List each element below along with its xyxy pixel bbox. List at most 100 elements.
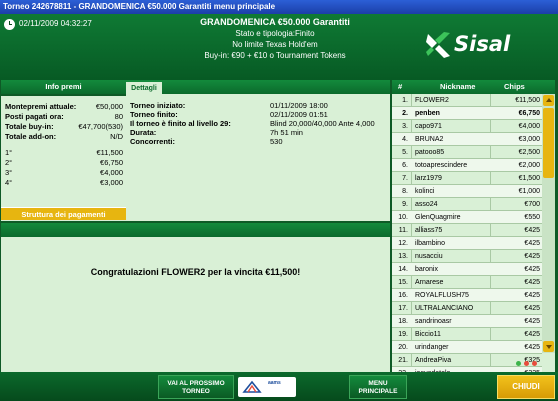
nickname-cell: baronix	[415, 266, 438, 273]
detail-value: 530	[270, 137, 283, 146]
detail-label: Torneo finito:	[130, 110, 178, 119]
chips-cell: €1,000	[518, 188, 540, 195]
chips-cell: €425	[524, 305, 540, 312]
detail-label: Il torneo è finito al livello 29:	[130, 119, 231, 128]
prize-place-value: €11,500	[96, 148, 123, 157]
rank-cell: 5.	[402, 149, 408, 156]
brand-name: Sisal	[454, 32, 511, 56]
table-row[interactable]: 19. Biccio11 €425	[392, 328, 542, 341]
tournament-header: 02/11/2009 04:32:27 GRANDOMENICA €50.000…	[0, 14, 558, 80]
detail-label: Torneo iniziato:	[130, 101, 186, 110]
info-premi-header: Info premi	[1, 80, 126, 94]
nickname-cell: urindanger	[415, 344, 449, 351]
rank-cell: 10.	[398, 214, 408, 221]
montepremi-row: Montepremi attuale: €50,000	[5, 102, 123, 112]
table-row[interactable]: 5. patooo85 €2,500	[392, 146, 542, 159]
rank-cell: 19.	[398, 331, 408, 338]
chips-cell: €550	[524, 214, 540, 221]
status-dot-icon	[532, 361, 537, 366]
nickname-cell: ULTRALANCIANO	[415, 305, 474, 312]
table-row[interactable]: 11. alliass75 €425	[392, 224, 542, 237]
table-row[interactable]: 8. kolinci €1,000	[392, 185, 542, 198]
totale-buyin-row: Totale buy-in: €47,700(530)	[5, 122, 123, 132]
rank-cell: 17.	[398, 305, 408, 312]
tab-dettagli[interactable]: Dettagli	[126, 80, 162, 94]
footer-bar: VAI AL PROSSIMO TORNEO aams MENU PRINCIP…	[0, 372, 558, 401]
tournament-info: GRANDOMENICA €50.000 Garantiti Stato e t…	[150, 17, 400, 61]
table-row[interactable]: 3. capo971 €4,000	[392, 120, 542, 133]
table-row[interactable]: 18. sandrinoasr €425	[392, 315, 542, 328]
dettagli-panel: Torneo iniziato: 01/11/2009 18:00 Torneo…	[126, 94, 390, 221]
main-menu-button[interactable]: MENU PRINCIPALE	[349, 375, 407, 399]
scroll-down-arrow-icon[interactable]	[543, 341, 554, 352]
prize-place-label: 2°	[5, 158, 13, 167]
chips-cell: €425	[524, 240, 540, 247]
montepremi-label: Montepremi attuale:	[5, 102, 77, 111]
rank-cell: 14.	[398, 266, 408, 273]
nickname-cell: GlenQuagmire	[415, 214, 461, 221]
nickname-cell: penben	[415, 110, 440, 117]
posti-pagati-row: Posti pagati ora: 80	[5, 112, 123, 122]
col-nickname-header: Nickname	[440, 82, 476, 91]
table-row[interactable]: 17. ULTRALANCIANO €425	[392, 302, 542, 315]
detail-value: 7h 51 min	[270, 128, 303, 137]
status-dot-icon	[524, 361, 529, 366]
rank-cell: 18.	[398, 318, 408, 325]
scroll-thumb[interactable]	[543, 108, 554, 178]
nickname-cell: sandrinoasr	[415, 318, 452, 325]
table-row[interactable]: 13. nusacciu €425	[392, 250, 542, 263]
prize-place-value: €6,750	[100, 158, 123, 167]
message-panel: Congratulazioni FLOWER2 per la vincita €…	[1, 237, 390, 372]
rank-cell: 8.	[402, 188, 408, 195]
rank-cell: 12.	[398, 240, 408, 247]
ranking-scrollbar[interactable]	[542, 94, 555, 353]
close-button[interactable]: CHIUDI	[497, 375, 555, 399]
table-row[interactable]: 4. BRUNA2 €3,000	[392, 133, 542, 146]
chips-cell: €425	[524, 318, 540, 325]
ranking-table: # Nickname Chips 1. FLOWER2 €11,500 2. penbe…	[392, 80, 555, 373]
nickname-cell: capo971	[415, 123, 442, 130]
table-row[interactable]: 15. Arnarese €425	[392, 276, 542, 289]
detail-value: Blind 20,000/40,000 Ante 4,000	[270, 119, 375, 128]
chips-cell: €2,500	[518, 149, 540, 156]
rank-cell: 6.	[402, 162, 408, 169]
rank-cell: 13.	[398, 253, 408, 260]
table-row[interactable]: 12. ilbambino €425	[392, 237, 542, 250]
prize-place-row: 2° €6,750	[5, 158, 123, 168]
chips-cell: €425	[524, 344, 540, 351]
rank-cell: 9.	[402, 201, 408, 208]
rank-cell: 1.	[402, 97, 408, 104]
nickname-cell: Biccio11	[415, 331, 441, 338]
window-title-bar: Torneo 242678811 - GRANDOMENICA €50.000 …	[0, 0, 558, 14]
table-row[interactable]: 6. totoaprescindere €2,000	[392, 159, 542, 172]
rank-cell: 7.	[402, 175, 408, 182]
table-row[interactable]: 16. ROYALFLUSH75 €425	[392, 289, 542, 302]
detail-row: Durata: 7h 51 min	[130, 128, 386, 137]
table-row[interactable]: 7. larz1979 €1,500	[392, 172, 542, 185]
next-tournament-button[interactable]: VAI AL PROSSIMO TORNEO	[158, 375, 234, 399]
detail-value: 02/11/2009 01:51	[270, 110, 328, 119]
table-row[interactable]: 10. GlenQuagmire €550	[392, 211, 542, 224]
table-row[interactable]: 20. urindanger €425	[392, 341, 542, 354]
tournament-status: Stato e tipologia:Finito	[235, 29, 315, 38]
detail-row: Torneo finito: 02/11/2009 01:51	[130, 110, 386, 119]
scroll-up-arrow-icon[interactable]	[543, 95, 554, 106]
table-row[interactable]: 2. penben €6,750	[392, 107, 542, 120]
chips-cell: €11,500	[515, 97, 540, 104]
chips-cell: €425	[524, 279, 540, 286]
detail-row: Il torneo è finito al livello 29: Blind …	[130, 119, 386, 128]
table-row[interactable]: 9. asso24 €700	[392, 198, 542, 211]
totale-buyin-value: €47,700(530)	[78, 122, 123, 131]
table-row[interactable]: 14. baronix €425	[392, 263, 542, 276]
totale-addon-value: N/D	[110, 132, 123, 141]
clock-icon	[4, 19, 15, 30]
prize-place-row: 4° €3,000	[5, 178, 123, 188]
nickname-cell: kolinci	[415, 188, 435, 195]
datetime: 02/11/2009 04:32:27	[19, 19, 92, 28]
aams-badge: aams	[268, 380, 281, 386]
payout-structure-button[interactable]: Struttura dei pagamenti	[1, 207, 126, 220]
prize-place-row: 1° €11,500	[5, 148, 123, 158]
dettagli-header-bar	[126, 80, 390, 94]
chips-cell: €425	[524, 292, 540, 299]
table-row[interactable]: 1. FLOWER2 €11,500	[392, 94, 542, 107]
